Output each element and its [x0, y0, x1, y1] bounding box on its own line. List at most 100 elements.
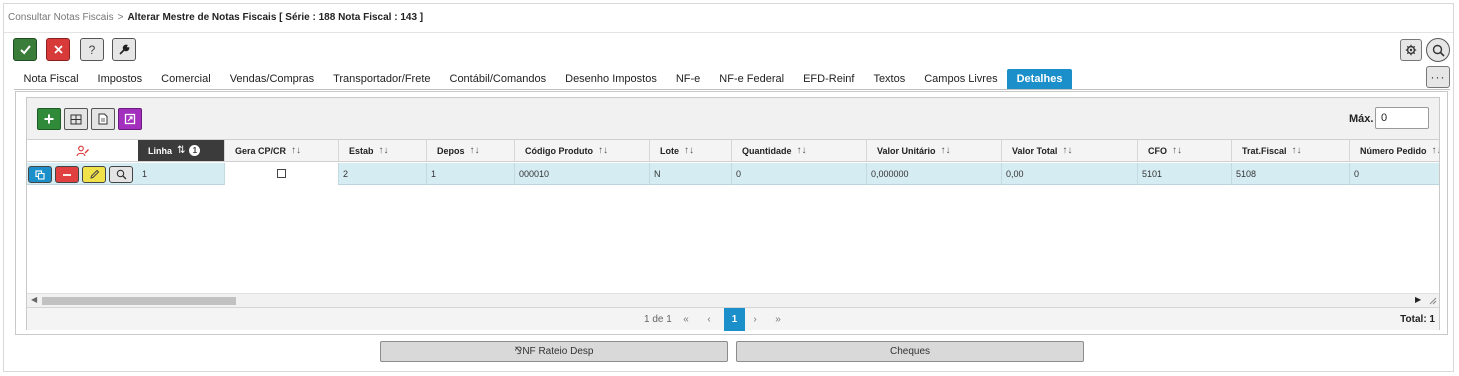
scroll-left-icon[interactable]: ◀ [31, 295, 37, 304]
cancel-button[interactable] [46, 38, 70, 61]
gear-icon [1405, 44, 1417, 56]
pagination: 1 de 1 « ‹ 1 › » Total: 1 [27, 307, 1439, 331]
search-icon [1432, 44, 1445, 57]
col-depos[interactable]: Depos ↑↓ [427, 140, 515, 162]
tab-comercial[interactable]: Comercial [152, 69, 221, 90]
cheques-button[interactable]: Cheques [736, 341, 1084, 362]
tab-bar: Nota Fiscal Impostos Comercial Vendas/Co… [14, 69, 1072, 90]
sort-icon: ↑↓ [1291, 145, 1302, 156]
tab-campos-livres[interactable]: Campos Livres [915, 69, 1007, 90]
sort-icon: ↑↓ [796, 145, 807, 156]
scroll-right-icon[interactable]: ▶ [1415, 295, 1421, 304]
grid-container: Máx. Linha ⇅ 1 Gera CP/CR ↑↓ Estab ↑↓ [26, 97, 1440, 331]
table-icon [70, 114, 82, 124]
global-search-button[interactable] [1426, 38, 1450, 62]
confirm-button[interactable] [13, 38, 37, 61]
col-cfo-label: CFO [1148, 145, 1167, 156]
cell-gera-cp-cr [225, 163, 339, 185]
horizontal-scrollbar[interactable]: ◀ ▶ [27, 293, 1439, 306]
breadcrumb-parent[interactable]: Consultar Notas Fiscais [8, 12, 114, 23]
col-trat-fiscal[interactable]: Trat.Fiscal ↑↓ [1232, 140, 1350, 162]
tab-textos[interactable]: Textos [864, 69, 915, 90]
check-icon [19, 45, 31, 55]
breadcrumb: Consultar Notas Fiscais > Alterar Mestre d… [8, 12, 423, 23]
tab-transportador-frete[interactable]: Transportador/Frete [324, 69, 440, 90]
tab-detalhes[interactable]: Detalhes [1007, 69, 1072, 90]
sort-icon: ↑↓ [469, 145, 480, 156]
col-quantidade-label: Quantidade [742, 145, 792, 156]
resize-handle-icon[interactable] [1429, 297, 1437, 305]
copy-row-button[interactable] [28, 166, 52, 183]
grid-layout-button[interactable] [64, 108, 88, 130]
max-input[interactable] [1375, 107, 1429, 129]
more-icon: ··· [1430, 70, 1446, 84]
col-lote-label: Lote [660, 145, 679, 156]
sort-icon: ↑↓ [684, 145, 694, 156]
scrollbar-thumb[interactable] [42, 297, 236, 305]
search-icon [116, 169, 126, 180]
current-page-button[interactable]: 1 [724, 308, 745, 331]
sort-icon: ↑↓ [378, 145, 389, 156]
help-label: ? [88, 42, 96, 57]
tab-nota-fiscal[interactable]: Nota Fiscal [14, 69, 88, 90]
sort-icon: ↑↓ [1062, 145, 1073, 156]
sort-icon: ↑↓ [940, 145, 951, 156]
delete-row-button[interactable] [55, 166, 79, 183]
col-quantidade[interactable]: Quantidade ↑↓ [732, 140, 867, 162]
data-table: Linha ⇅ 1 Gera CP/CR ↑↓ Estab ↑↓ Depos ↑↓ C… [27, 139, 1439, 293]
wrench-icon [119, 44, 130, 55]
col-numero-pedido[interactable]: Número Pedido ↑↓ [1350, 140, 1439, 162]
tab-nfe-federal[interactable]: NF-e Federal [710, 69, 794, 90]
tab-efd-reinf[interactable]: EFD-Reinf [794, 69, 864, 90]
col-codigo-produto[interactable]: Código Produto ↑↓ [515, 140, 650, 162]
settings-button[interactable] [1400, 39, 1422, 61]
more-options-button[interactable]: ··· [1426, 66, 1450, 88]
add-row-button[interactable] [37, 108, 61, 130]
col-estab[interactable]: Estab ↑↓ [339, 140, 427, 162]
col-gera-cp-cr[interactable]: Gera CP/CR ↑↓ [225, 140, 339, 162]
cell-trat-fiscal: 5108 [1232, 163, 1350, 185]
view-row-button[interactable] [109, 166, 133, 183]
help-button[interactable]: ? [80, 38, 104, 61]
tab-impostos[interactable]: Impostos [88, 69, 152, 90]
cell-valor-total: 0,00 [1002, 163, 1138, 185]
col-cfo[interactable]: CFO ↑↓ [1138, 140, 1232, 162]
user-edit-icon[interactable] [75, 145, 90, 157]
col-valor-total[interactable]: Valor Total ↑↓ [1002, 140, 1138, 162]
sort-icon: ↑↓ [1431, 145, 1439, 156]
col-gera-label: Gera CP/CR [235, 145, 287, 156]
cell-cfo: 5101 [1138, 163, 1232, 185]
table-row[interactable]: 1 2 1 000010 N 0 0,000000 0,00 5101 5108… [27, 163, 1439, 185]
document-icon [98, 113, 108, 125]
actions-header [27, 140, 138, 162]
tools-button[interactable] [112, 38, 136, 61]
col-valor-unitario[interactable]: Valor Unitário ↑↓ [867, 140, 1002, 162]
page-title: Alterar Mestre de Notas Fiscais [ Série … [127, 12, 424, 23]
minus-icon [63, 173, 71, 176]
expand-button[interactable] [118, 108, 142, 130]
tab-vendas-compras[interactable]: Vendas/Compras [220, 69, 323, 90]
col-estab-label: Estab [349, 145, 374, 156]
gera-cp-cr-checkbox[interactable] [277, 169, 286, 178]
total-count: Total: 1 [1400, 314, 1435, 325]
next-page-button[interactable]: › [746, 312, 764, 328]
sort-icon: ↑↓ [597, 145, 608, 156]
tab-contabil-comandos[interactable]: Contábil/Comandos [440, 69, 556, 90]
first-page-button[interactable]: « [677, 312, 695, 328]
cell-lote: N [650, 163, 732, 185]
tab-desenho-impostos[interactable]: Desenho Impostos [556, 69, 667, 90]
export-button[interactable] [91, 108, 115, 130]
nf-rateio-desp-button[interactable]: ⅋NF Rateio Desp [380, 341, 728, 362]
main-window: Consultar Notas Fiscais > Alterar Mestre d… [3, 3, 1454, 372]
last-page-button[interactable]: » [769, 312, 787, 328]
col-lote[interactable]: Lote ↑↓ [650, 140, 732, 162]
prev-page-button[interactable]: ‹ [700, 312, 718, 328]
cell-estab: 2 [339, 163, 427, 185]
tab-underline [14, 89, 1450, 90]
col-linha[interactable]: Linha ⇅ 1 [138, 140, 225, 162]
tab-nfe[interactable]: NF-e [666, 69, 709, 90]
edit-row-button[interactable] [82, 166, 106, 183]
col-valor-unitario-label: Valor Unitário [877, 145, 936, 156]
sort-icon: ↑↓ [1172, 145, 1182, 156]
cell-numero-pedido: 0 [1350, 163, 1439, 185]
